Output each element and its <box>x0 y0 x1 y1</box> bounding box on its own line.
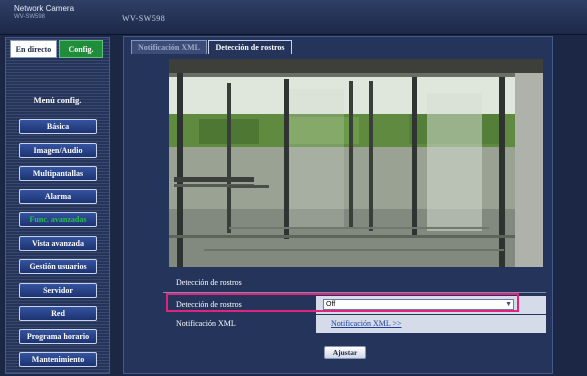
xml-notification-link[interactable]: Notificación XML >> <box>331 319 402 328</box>
menu-item-servidor[interactable]: Servidor <box>19 283 97 298</box>
camera-live-image <box>169 59 543 267</box>
apply-button[interactable]: Ajustar <box>324 346 366 359</box>
brand-name: Network Camera <box>14 4 75 13</box>
camera-model: WV-SW598 <box>122 14 166 23</box>
section-title: Detección de rostros <box>176 278 242 287</box>
menu-title: Menú config. <box>33 95 82 105</box>
menu-item-alarma[interactable]: Alarma <box>19 189 97 204</box>
row-highlight <box>166 293 519 312</box>
menu-item-imagen-audio[interactable]: Imagen/Audio <box>19 143 97 158</box>
menu-item-gestion-usuarios[interactable]: Gestión usuarios <box>19 259 97 274</box>
menu-item-programa-horario[interactable]: Programa horario <box>19 329 97 344</box>
tab-face-detection[interactable]: Detección de rostros <box>208 40 292 54</box>
xml-notification-label: Notificación XML <box>176 319 236 328</box>
sidebar <box>5 37 110 374</box>
live-button[interactable]: En directo <box>10 40 57 58</box>
brand-model: WV-SW598 <box>14 14 46 20</box>
menu-item-basica[interactable]: Básica <box>19 119 97 134</box>
config-button[interactable]: Config. <box>59 40 103 58</box>
header-bar: Network Camera WV-SW598 WV-SW598 <box>0 0 587 35</box>
menu-item-multipantallas[interactable]: Multipantallas <box>19 166 97 181</box>
tab-xml-notification[interactable]: Notificación XML <box>131 40 207 54</box>
menu-item-vista-avanzada[interactable]: Vista avanzada <box>19 236 97 251</box>
menu-item-mantenimiento[interactable]: Mantenimiento <box>19 352 97 367</box>
menu-item-red[interactable]: Red <box>19 306 97 321</box>
menu-item-func-avanzadas[interactable]: Func. avanzadas <box>19 212 97 227</box>
brand-logo: Network Camera WV-SW598 <box>14 4 74 22</box>
